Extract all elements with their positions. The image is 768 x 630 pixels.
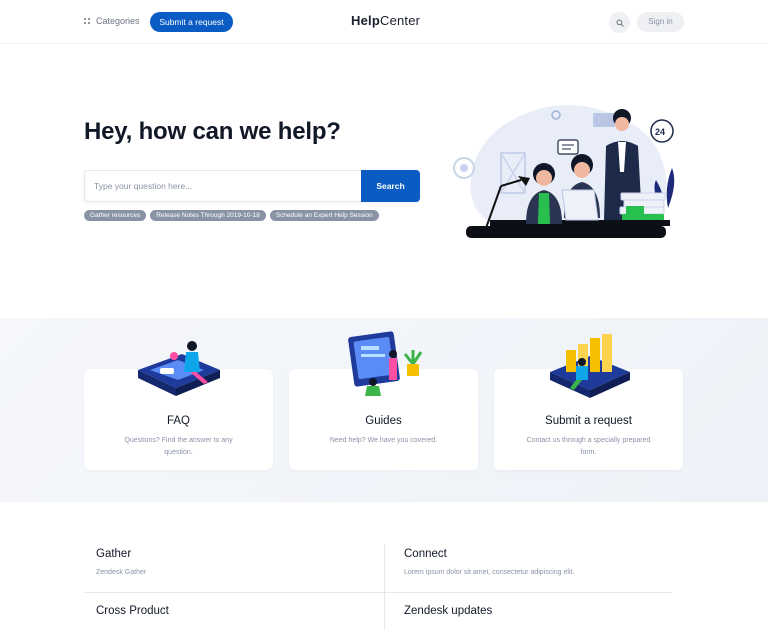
card-description: Questions? Find the answer to any questi… [124,437,233,456]
submit-request-button[interactable]: Submit a request [150,12,233,32]
categories-menu[interactable]: Categories [84,16,140,26]
section-connect[interactable]: Connect Lorem ipsum dolor sit amet, cons… [404,548,692,576]
popular-tags: Gather resources Release Notes Through 2… [84,210,379,221]
section-title: Cross Product [96,605,169,617]
section-title: Zendesk updates [404,605,493,617]
card-description: Need help? We have you covered. [329,437,438,444]
search-icon [615,18,624,27]
section-divider [384,545,385,630]
tag-link[interactable]: Schedule an Expert Help Session [269,210,379,221]
submit-request-illustration [550,334,630,398]
tag-link[interactable]: Gather resources [84,210,147,221]
section-description: Zendesk Gather [96,569,147,576]
card-title: FAQ [166,415,190,427]
search-button[interactable]: Search [361,170,420,202]
page-title: Hey, how can we help? [84,118,341,145]
tag-link[interactable]: Release Notes Through 2019-10-18 [150,210,266,221]
section-description: Lorem ipsum dolor sit amet, consectetur … [404,569,575,576]
card-description: Contact us through a specially prepared … [526,437,651,456]
search-bar: Search [84,170,420,202]
categories-label: Categories [96,16,140,26]
section-zendesk-updates[interactable]: Zendesk updates [404,605,692,617]
top-header: Categories Submit a request HelpCenter S… [0,0,768,44]
card-title: Guides [365,415,402,427]
sign-in-button[interactable]: Sign in [637,12,684,32]
logo-bold: Help [351,13,380,28]
card-title: Submit a request [545,415,632,427]
svg-text:24: 24 [655,127,665,137]
categories-grid-icon [84,18,90,24]
logo[interactable]: HelpCenter [351,13,420,28]
search-input[interactable] [85,171,362,201]
logo-light: Center [379,13,421,28]
guides-illustration [348,331,423,396]
section-title: Connect [404,548,447,560]
faq-illustration [138,341,220,396]
header-search-button[interactable] [609,12,630,33]
section-title: Gather [96,548,132,560]
team-illustration: 24 [453,104,675,238]
section-divider [84,592,672,593]
section-gather[interactable]: Gather Zendesk Gather [96,548,384,576]
section-cross-product[interactable]: Cross Product [96,605,384,617]
